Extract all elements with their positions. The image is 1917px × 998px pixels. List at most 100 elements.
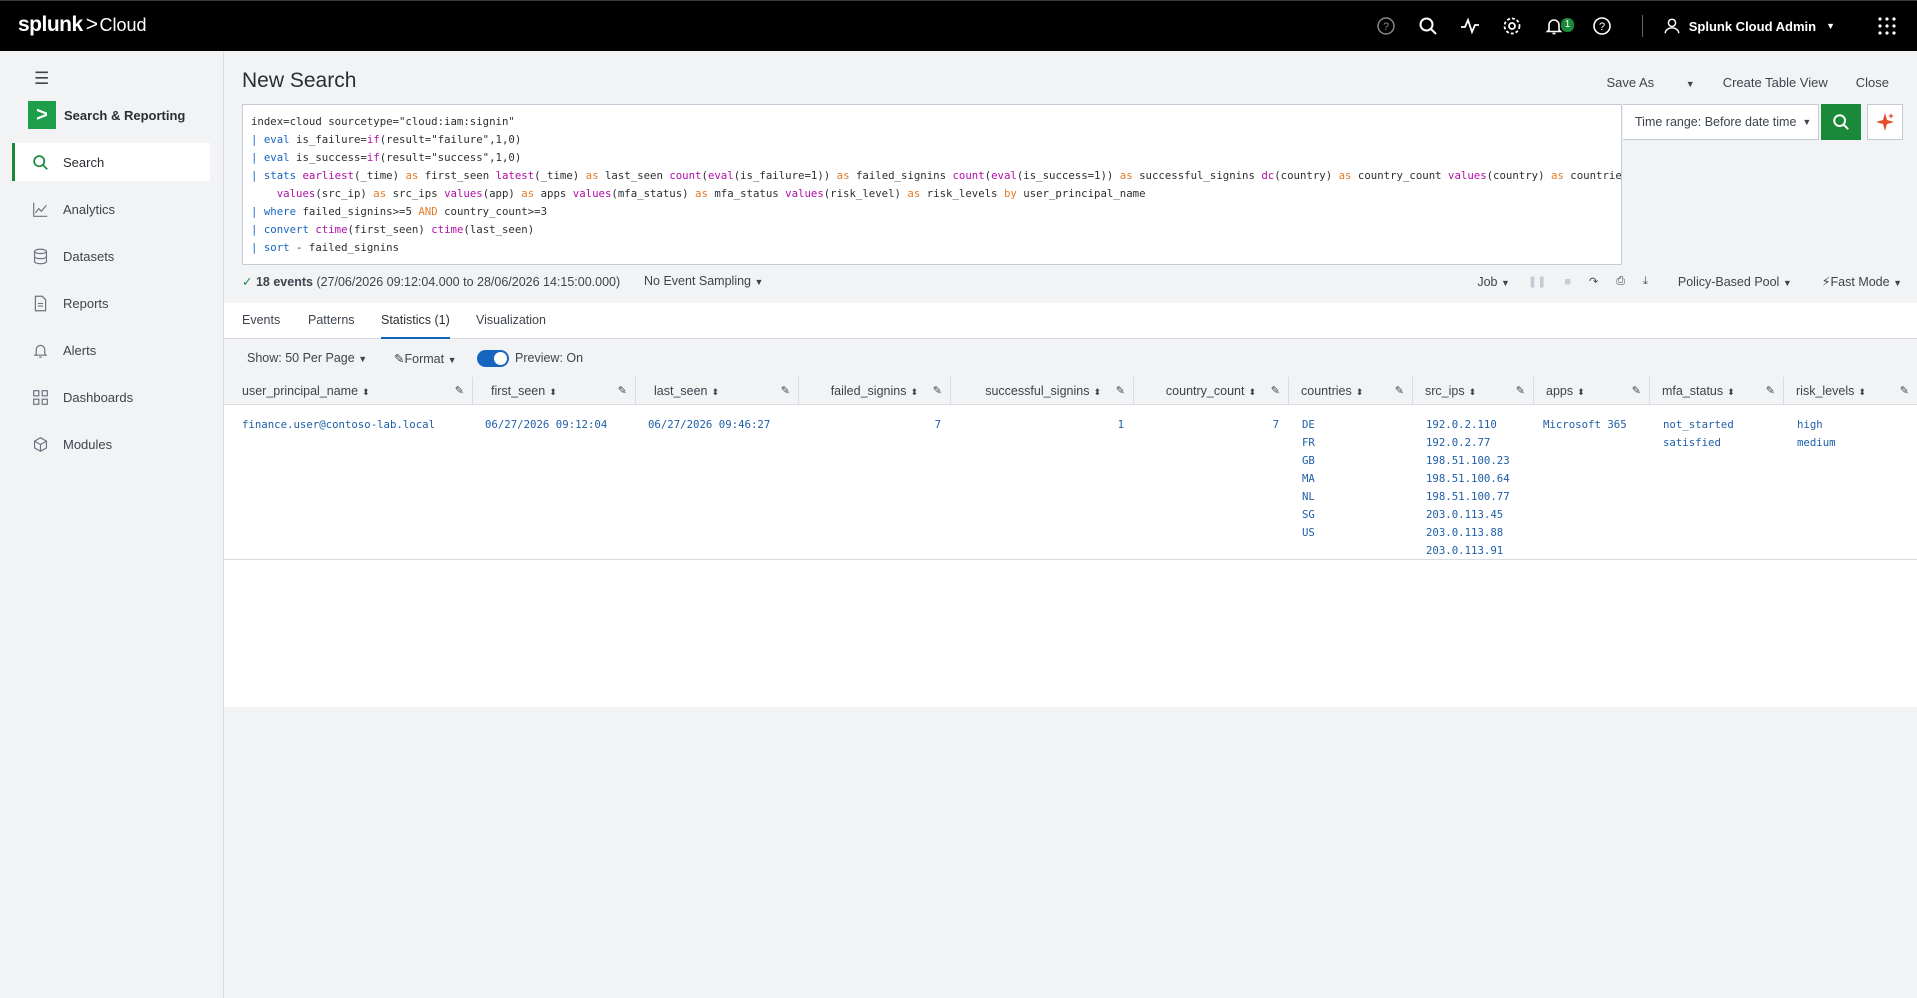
per-page-dropdown[interactable]: Show: 50 Per Page ▼: [247, 351, 367, 365]
risk-level-value[interactable]: high: [1797, 416, 1836, 434]
column-header-risk-levels[interactable]: risk_levels ⬍ ✎: [1784, 377, 1917, 405]
sidebar-item-datasets[interactable]: Datasets: [12, 237, 210, 275]
stop-icon[interactable]: ■: [1564, 276, 1571, 288]
notifications-bell-icon[interactable]: 1: [1542, 14, 1575, 38]
src-ip-value[interactable]: 198.51.100.64: [1426, 470, 1510, 488]
time-range-picker[interactable]: Time range: Before date time ▼: [1623, 104, 1819, 140]
src-ip-value[interactable]: 203.0.113.45: [1426, 506, 1510, 524]
column-header-mfa-status[interactable]: mfa_status ⬍ ✎: [1650, 377, 1784, 405]
sidebar-item-analytics[interactable]: Analytics: [12, 190, 210, 228]
app-value[interactable]: Microsoft 365: [1543, 416, 1627, 434]
pencil-icon[interactable]: ✎: [1632, 377, 1641, 405]
job-menu[interactable]: Job ▼: [1477, 275, 1510, 289]
column-header-country-count[interactable]: country_count ⬍ ✎: [1134, 377, 1289, 405]
column-header-successful-signins[interactable]: successful_signins ⬍ ✎: [951, 377, 1134, 405]
src-ip-value[interactable]: 203.0.113.88: [1426, 524, 1510, 542]
cell-last-seen[interactable]: 06/27/2026 09:46:27: [648, 416, 770, 434]
sidebar-item-label: Search: [63, 154, 105, 170]
tab-patterns[interactable]: Patterns: [308, 303, 355, 339]
column-header-src-ips[interactable]: src_ips ⬍ ✎: [1413, 377, 1534, 405]
app-logo-icon: >: [28, 101, 56, 129]
sidebar-item-dashboards[interactable]: Dashboards: [12, 378, 210, 416]
mfa-status-value[interactable]: not_started: [1663, 416, 1734, 434]
country-value[interactable]: GB: [1302, 452, 1315, 470]
sidebar-item-alerts[interactable]: Alerts: [12, 331, 210, 369]
pencil-icon[interactable]: ✎: [1900, 377, 1909, 405]
country-value[interactable]: NL: [1302, 488, 1315, 506]
sidebar-item-modules[interactable]: Modules: [12, 425, 210, 463]
cell-apps: Microsoft 365: [1543, 416, 1627, 434]
user-menu[interactable]: Splunk Cloud Admin ▼: [1663, 17, 1835, 35]
event-sampling-dropdown[interactable]: No Event Sampling ▼: [644, 274, 763, 288]
pencil-icon[interactable]: ✎: [1516, 377, 1525, 405]
notification-count-badge: 1: [1560, 18, 1575, 32]
src-ip-value[interactable]: 192.0.2.77: [1426, 434, 1510, 452]
activity-icon[interactable]: [1458, 14, 1482, 38]
column-header-last-seen[interactable]: last_seen ⬍ ✎: [636, 377, 799, 405]
close-button[interactable]: Close: [1856, 75, 1889, 90]
tab-events[interactable]: Events: [242, 303, 280, 339]
pool-dropdown[interactable]: Policy-Based Pool ▼: [1678, 275, 1792, 289]
dashboards-icon: [33, 389, 48, 405]
country-value[interactable]: SG: [1302, 506, 1315, 524]
country-value[interactable]: FR: [1302, 434, 1315, 452]
job-status-row: ✓ 18 events (27/06/2026 09:12:04.000 to …: [242, 274, 1902, 294]
pencil-icon[interactable]: ✎: [1271, 377, 1280, 405]
preview-toggle[interactable]: [477, 350, 509, 367]
search-mode-dropdown[interactable]: ⚡Fast Mode ▼: [1822, 274, 1902, 289]
column-header-user-principal-name[interactable]: user_principal_name ⬍ ✎: [224, 377, 473, 405]
help-icon[interactable]: ?: [1590, 14, 1614, 38]
cell-user-principal-name[interactable]: finance.user@contoso-lab.local: [242, 416, 435, 434]
column-header-countries[interactable]: countries ⬍ ✎: [1289, 377, 1413, 405]
share-icon[interactable]: ↷: [1589, 275, 1598, 288]
cell-country-count[interactable]: 7: [1134, 416, 1279, 434]
pencil-icon[interactable]: ✎: [781, 377, 790, 405]
cell-successful-signins[interactable]: 1: [951, 416, 1124, 434]
mfa-status-value[interactable]: satisfied: [1663, 434, 1734, 452]
tab-statistics[interactable]: Statistics (1): [381, 303, 450, 339]
src-ip-value[interactable]: 198.51.100.77: [1426, 488, 1510, 506]
tab-visualization[interactable]: Visualization: [476, 303, 546, 339]
save-as-button[interactable]: Save As ▼: [1578, 75, 1694, 90]
ai-assistant-button[interactable]: [1867, 104, 1903, 140]
risk-level-value[interactable]: medium: [1797, 434, 1836, 452]
hamburger-menu-icon[interactable]: ☰: [34, 69, 49, 89]
pencil-icon[interactable]: ✎: [455, 377, 464, 405]
sidebar: ☰ > Search & Reporting Search Analytics …: [0, 51, 224, 998]
column-header-failed-signins[interactable]: failed_signins ⬍ ✎: [799, 377, 951, 405]
pencil-icon[interactable]: ✎: [1766, 377, 1775, 405]
pencil-icon[interactable]: ✎: [933, 377, 942, 405]
create-table-view-button[interactable]: Create Table View: [1723, 75, 1828, 90]
country-value[interactable]: DE: [1302, 416, 1315, 434]
export-icon[interactable]: ⤓: [1643, 275, 1648, 288]
format-dropdown[interactable]: ✎Format ▼: [394, 351, 456, 366]
cell-first-seen[interactable]: 06/27/2026 09:12:04: [485, 416, 607, 434]
src-ip-value[interactable]: 203.0.113.91: [1426, 542, 1510, 560]
app-grid-icon[interactable]: [1875, 14, 1899, 38]
search-icon[interactable]: [1416, 14, 1440, 38]
app-title[interactable]: > Search & Reporting: [28, 101, 185, 129]
column-header-apps[interactable]: apps ⬍ ✎: [1534, 377, 1650, 405]
cell-failed-signins[interactable]: 7: [799, 416, 941, 434]
splunk-logo[interactable]: splunk > Cloud: [18, 13, 146, 37]
event-count[interactable]: 18 events: [256, 275, 313, 289]
src-ip-value[interactable]: 192.0.2.110: [1426, 416, 1510, 434]
gear-icon[interactable]: [1500, 14, 1524, 38]
country-value[interactable]: MA: [1302, 470, 1315, 488]
column-header-first-seen[interactable]: first_seen ⬍ ✎: [473, 377, 636, 405]
src-ip-value[interactable]: 198.51.100.23: [1426, 452, 1510, 470]
column-header-label: first_seen: [491, 384, 546, 398]
country-value[interactable]: US: [1302, 524, 1315, 542]
search-query-editor[interactable]: index=cloud sourcetype="cloud:iam:signin…: [242, 104, 1622, 265]
pause-icon[interactable]: ❚❚: [1528, 275, 1546, 288]
sidebar-item-search[interactable]: Search: [12, 143, 210, 181]
pencil-icon[interactable]: ✎: [618, 377, 627, 405]
pencil-icon[interactable]: ✎: [1395, 377, 1404, 405]
pencil-icon[interactable]: ✎: [1116, 377, 1125, 405]
column-header-label: successful_signins: [985, 384, 1090, 398]
print-icon[interactable]: ⎙: [1616, 275, 1625, 288]
search-button[interactable]: [1821, 104, 1861, 140]
help-circle-icon[interactable]: ?: [1374, 14, 1398, 38]
sidebar-item-reports[interactable]: Reports: [12, 284, 210, 322]
app-name: Search & Reporting: [64, 107, 186, 123]
